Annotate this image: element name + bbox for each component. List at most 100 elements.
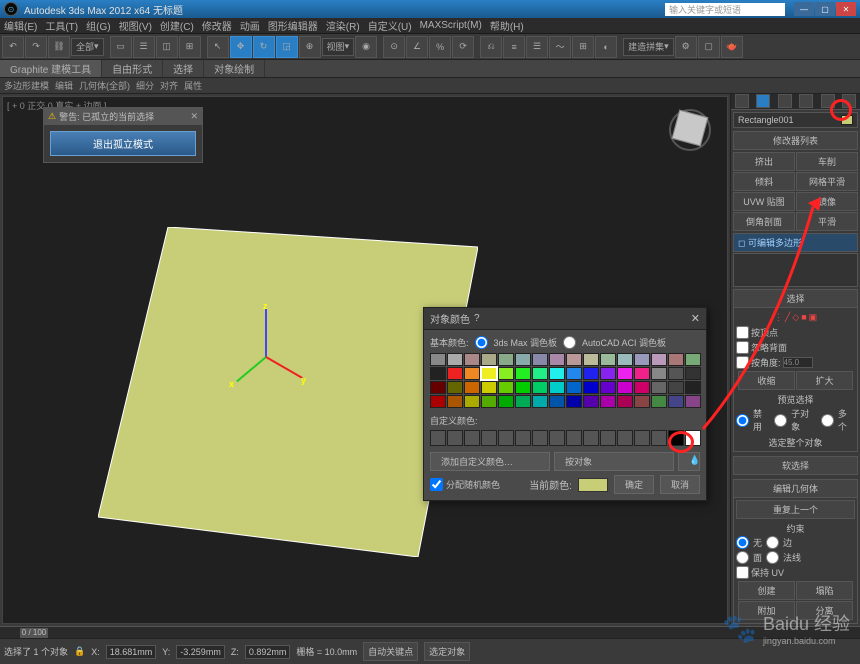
color-swatch[interactable] bbox=[600, 367, 616, 380]
mod-mirror[interactable]: 镜像 bbox=[796, 192, 858, 211]
color-swatch[interactable] bbox=[515, 353, 531, 366]
color-swatch[interactable] bbox=[430, 367, 446, 380]
hierarchy-tab-icon[interactable] bbox=[778, 94, 792, 108]
color-swatch[interactable] bbox=[515, 395, 531, 408]
color-swatch[interactable] bbox=[498, 395, 514, 408]
color-swatch[interactable] bbox=[685, 381, 701, 394]
edit-geometry-header[interactable]: 编辑几何体 bbox=[733, 479, 858, 498]
mod-extrude[interactable]: 挤出 bbox=[733, 152, 795, 171]
custom-color-swatch[interactable] bbox=[617, 430, 633, 446]
select-name-button[interactable]: ☰ bbox=[133, 36, 155, 58]
color-swatch[interactable] bbox=[617, 353, 633, 366]
collapse-button[interactable]: 塌陷 bbox=[796, 581, 853, 600]
color-swatch[interactable] bbox=[583, 353, 599, 366]
dialog-close-icon[interactable]: ✕ bbox=[691, 312, 700, 325]
custom-color-swatch[interactable] bbox=[481, 430, 497, 446]
dialog-help-icon[interactable]: ? bbox=[474, 313, 480, 324]
custom-color-swatch[interactable] bbox=[634, 430, 650, 446]
color-swatch[interactable] bbox=[617, 367, 633, 380]
custom-color-swatch[interactable] bbox=[464, 430, 480, 446]
palette-aci-radio[interactable] bbox=[563, 336, 576, 349]
custom-color-swatch[interactable] bbox=[532, 430, 548, 446]
poly-subobj-icon[interactable]: ■ bbox=[801, 312, 806, 323]
color-swatch[interactable] bbox=[464, 381, 480, 394]
app-logo-icon[interactable]: ⊙ bbox=[4, 2, 18, 16]
panel-props[interactable]: 属性 bbox=[184, 79, 202, 92]
color-swatch[interactable] bbox=[600, 381, 616, 394]
color-swatch[interactable] bbox=[617, 395, 633, 408]
ignore-backfacing-checkbox[interactable] bbox=[736, 341, 749, 354]
plane-object[interactable] bbox=[98, 227, 478, 557]
undo-button[interactable]: ↶ bbox=[2, 36, 24, 58]
autokey-button[interactable]: 自动关键点 bbox=[363, 642, 418, 661]
color-swatch[interactable] bbox=[498, 367, 514, 380]
mod-bevel[interactable]: 倾斜 bbox=[733, 172, 795, 191]
constraint-edge-radio[interactable] bbox=[766, 536, 779, 549]
color-swatch[interactable] bbox=[532, 367, 548, 380]
element-subobj-icon[interactable]: ▣ bbox=[809, 312, 818, 323]
percent-snap-button[interactable]: % bbox=[429, 36, 451, 58]
border-subobj-icon[interactable]: ◇ bbox=[792, 312, 799, 323]
by-angle-checkbox[interactable] bbox=[736, 356, 749, 369]
constraint-none-radio[interactable] bbox=[736, 536, 749, 549]
menu-modifiers[interactable]: 修改器 bbox=[202, 18, 232, 33]
close-button[interactable]: ✕ bbox=[836, 2, 856, 16]
color-swatch[interactable] bbox=[515, 367, 531, 380]
add-custom-color-button[interactable]: 添加自定义颜色… bbox=[430, 452, 550, 471]
menu-animation[interactable]: 动画 bbox=[240, 18, 260, 33]
color-swatch[interactable] bbox=[685, 395, 701, 408]
color-swatch[interactable] bbox=[481, 395, 497, 408]
constraint-face-radio[interactable] bbox=[736, 551, 749, 564]
select-region-button[interactable]: ◫ bbox=[156, 36, 178, 58]
color-swatch[interactable] bbox=[430, 395, 446, 408]
grow-button[interactable]: 扩大 bbox=[796, 371, 853, 390]
menu-maxscript[interactable]: MAXScript(M) bbox=[420, 20, 482, 31]
color-swatch[interactable] bbox=[583, 381, 599, 394]
color-swatch[interactable] bbox=[651, 367, 667, 380]
color-swatch[interactable] bbox=[566, 367, 582, 380]
color-swatch[interactable] bbox=[566, 395, 582, 408]
selection-rollout-header[interactable]: 选择 bbox=[733, 289, 858, 308]
color-swatch[interactable] bbox=[617, 381, 633, 394]
object-name-field[interactable]: Rectangle001 bbox=[733, 112, 858, 128]
mod-meshsmooth[interactable]: 网格平滑 bbox=[796, 172, 858, 191]
time-slider[interactable]: 0 / 100 bbox=[20, 628, 48, 638]
timeline[interactable]: 0 / 100 bbox=[0, 626, 860, 638]
angle-spinner[interactable] bbox=[783, 357, 813, 368]
custom-color-swatch[interactable] bbox=[600, 430, 616, 446]
color-swatch[interactable] bbox=[634, 381, 650, 394]
panel-poly-model[interactable]: 多边形建模 bbox=[4, 79, 49, 92]
spinner-snap-button[interactable]: ⟳ bbox=[452, 36, 474, 58]
select-button[interactable]: ▭ bbox=[110, 36, 132, 58]
color-swatch[interactable] bbox=[634, 367, 650, 380]
exit-isolation-button[interactable]: 退出孤立模式 bbox=[50, 131, 196, 156]
color-swatch[interactable] bbox=[481, 353, 497, 366]
color-swatch[interactable] bbox=[549, 395, 565, 408]
detach-button[interactable]: 分离 bbox=[796, 601, 853, 620]
create-button[interactable]: 创建 bbox=[738, 581, 795, 600]
tab-selection[interactable]: 选择 bbox=[163, 60, 204, 77]
color-swatch[interactable] bbox=[668, 381, 684, 394]
scale-button[interactable]: ◲ bbox=[276, 36, 298, 58]
render-setup-button[interactable]: ⚙ bbox=[675, 36, 697, 58]
color-swatch[interactable] bbox=[515, 381, 531, 394]
menu-view[interactable]: 视图(V) bbox=[119, 18, 152, 33]
color-swatch[interactable] bbox=[464, 367, 480, 380]
color-swatch[interactable] bbox=[668, 353, 684, 366]
custom-color-swatch[interactable] bbox=[515, 430, 531, 446]
color-swatch[interactable] bbox=[634, 353, 650, 366]
color-swatch[interactable] bbox=[634, 395, 650, 408]
color-swatch[interactable] bbox=[685, 353, 701, 366]
material-button[interactable]: ◐ bbox=[595, 36, 617, 58]
redo-button[interactable]: ↷ bbox=[25, 36, 47, 58]
minimize-button[interactable]: — bbox=[794, 2, 814, 16]
mod-smooth[interactable]: 平滑 bbox=[796, 212, 858, 231]
menu-help[interactable]: 帮助(H) bbox=[490, 18, 524, 33]
utilities-tab-icon[interactable] bbox=[842, 94, 856, 108]
preview-off-radio[interactable] bbox=[736, 414, 749, 427]
mod-uvw[interactable]: UVW 贴图 bbox=[733, 192, 795, 211]
custom-color-swatch[interactable] bbox=[430, 430, 446, 446]
viewport[interactable]: [ + 0 正交 0 真实 + 边面 ] ⚠ 警告: 已孤立的当前选择 ✕ 退出… bbox=[2, 96, 728, 624]
color-swatch[interactable] bbox=[447, 381, 463, 394]
custom-color-swatch[interactable] bbox=[447, 430, 463, 446]
